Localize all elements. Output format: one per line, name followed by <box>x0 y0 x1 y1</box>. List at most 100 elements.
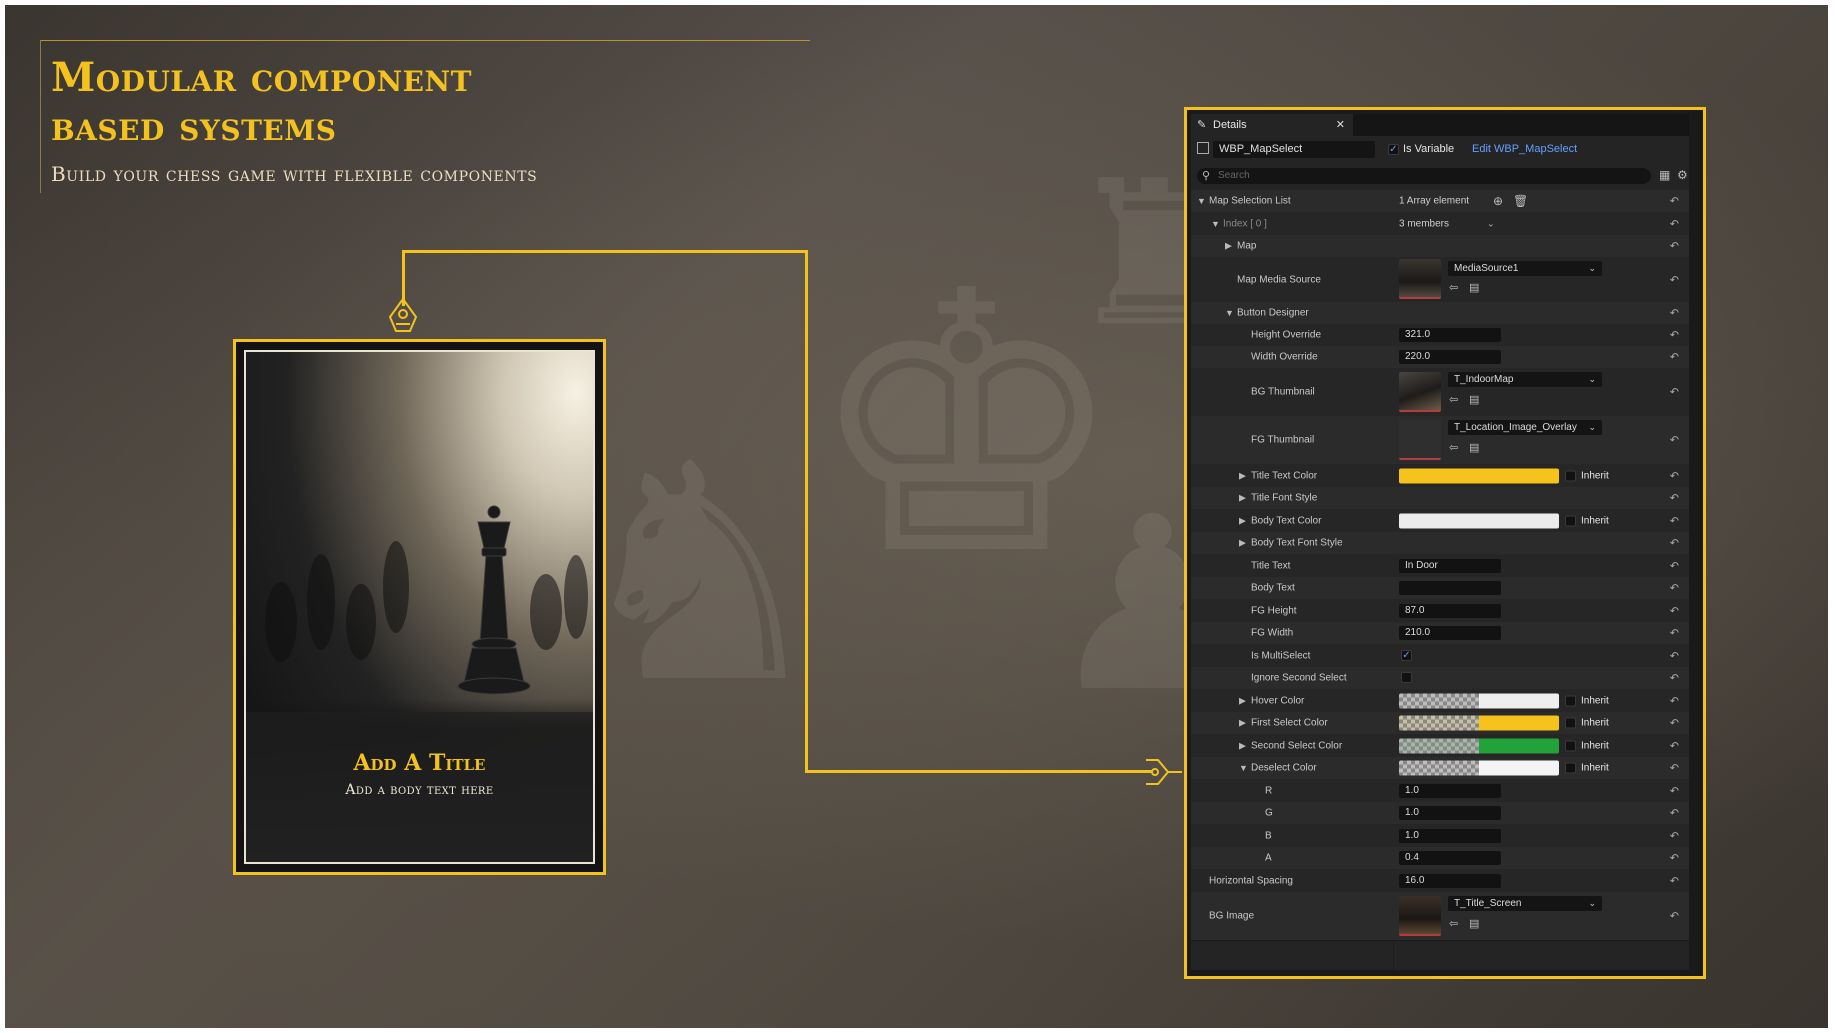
reset-icon[interactable]: ↶ <box>1670 807 1679 820</box>
expand-arrow-icon[interactable]: ▶ <box>1239 515 1246 526</box>
reset-icon[interactable]: ↶ <box>1670 434 1679 447</box>
row-title-text-color[interactable]: ▶ Title Text Color Inherit ↶ <box>1191 464 1689 488</box>
reset-icon[interactable]: ↶ <box>1670 694 1679 707</box>
second-select-color-swatch[interactable] <box>1399 738 1559 753</box>
reset-icon[interactable]: ↶ <box>1670 217 1679 230</box>
trash-icon[interactable]: 🗑 <box>1513 194 1528 208</box>
expand-arrow-icon[interactable]: ▶ <box>1239 493 1246 504</box>
reset-icon[interactable]: ↶ <box>1670 874 1679 887</box>
body-text-input[interactable] <box>1399 581 1501 595</box>
expand-arrow-icon[interactable]: ▶ <box>1239 740 1246 751</box>
reset-icon[interactable]: ↶ <box>1670 559 1679 572</box>
row-map-selection-list[interactable]: ▼ Map Selection List 1 Array element ⊕ 🗑… <box>1191 190 1689 213</box>
reset-icon[interactable]: ↶ <box>1670 762 1679 775</box>
reset-icon[interactable]: ↶ <box>1670 492 1679 505</box>
reset-icon[interactable]: ↶ <box>1670 537 1679 550</box>
expand-arrow-icon[interactable]: ▶ <box>1225 241 1232 252</box>
reset-icon[interactable]: ↶ <box>1670 672 1679 685</box>
row-map[interactable]: ▶ Map ↶ <box>1191 235 1689 258</box>
expand-arrow-icon[interactable]: ▶ <box>1239 718 1246 729</box>
folder-icon[interactable]: ▤ <box>1469 393 1479 406</box>
inherit-checkbox[interactable] <box>1565 470 1576 481</box>
chevron-down-icon[interactable]: ⌄ <box>1487 218 1495 229</box>
fg-thumbnail-preview[interactable] <box>1399 420 1441 460</box>
collapse-arrow-icon[interactable]: ▼ <box>1197 196 1206 206</box>
fg-thumbnail-dropdown[interactable]: T_Location_Image_Overlay ⌄ <box>1448 420 1602 435</box>
b-input[interactable]: 1.0 <box>1399 828 1501 843</box>
row-r[interactable]: R 1.0 ↶ <box>1191 779 1689 803</box>
inherit-checkbox[interactable] <box>1565 717 1576 729</box>
reset-icon[interactable]: ↶ <box>1670 910 1679 923</box>
a-input[interactable]: 0.4 <box>1399 851 1501 865</box>
reset-icon[interactable]: ↶ <box>1670 195 1679 208</box>
first-select-color-swatch[interactable] <box>1399 715 1559 731</box>
browse-arrow-icon[interactable]: ⇦ <box>1449 393 1458 406</box>
body-text-color-swatch[interactable] <box>1399 513 1559 528</box>
browse-arrow-icon[interactable]: ⇦ <box>1449 441 1458 454</box>
inherit-checkbox[interactable] <box>1565 740 1576 751</box>
row-button-designer[interactable]: ▼ Button Designer ↶ <box>1191 302 1689 325</box>
reset-icon[interactable]: ↶ <box>1670 469 1679 482</box>
row-fg-width[interactable]: FG Width 210.0 ↶ <box>1191 622 1689 645</box>
title-text-input[interactable]: In Door <box>1399 558 1501 573</box>
horizontal-spacing-input[interactable]: 16.0 <box>1399 873 1501 888</box>
r-input[interactable]: 1.0 <box>1399 783 1501 798</box>
row-title-text[interactable]: Title Text In Door ↶ <box>1191 554 1689 578</box>
grid-view-icon[interactable]: ▦ <box>1659 168 1670 182</box>
reset-icon[interactable]: ↶ <box>1670 739 1679 752</box>
reset-icon[interactable]: ↶ <box>1670 627 1679 640</box>
g-input[interactable]: 1.0 <box>1399 806 1501 820</box>
reset-icon[interactable]: ↶ <box>1670 604 1679 617</box>
reset-icon[interactable]: ↶ <box>1670 307 1679 320</box>
reset-icon[interactable]: ↶ <box>1670 351 1679 364</box>
row-is-multiselect[interactable]: Is MultiSelect ✓ ↶ <box>1191 644 1689 668</box>
bg-thumbnail-dropdown[interactable]: T_IndoorMap ⌄ <box>1448 372 1602 387</box>
browse-arrow-icon[interactable]: ⇦ <box>1449 281 1458 294</box>
reset-icon[interactable]: ↶ <box>1670 582 1679 595</box>
reset-icon[interactable]: ↶ <box>1670 240 1679 253</box>
reset-icon[interactable]: ↶ <box>1670 829 1679 842</box>
row-fg-height[interactable]: FG Height 87.0 ↶ <box>1191 599 1689 623</box>
row-second-select-color[interactable]: ▶ Second Select Color Inherit ↶ <box>1191 734 1689 758</box>
row-bg-image[interactable]: BG Image T_Title_Screen ⌄ ⇦ ▤ ↶ <box>1191 892 1689 941</box>
row-hover-color[interactable]: ▶ Hover Color Inherit ↶ <box>1191 689 1689 713</box>
browse-arrow-icon[interactable]: ⇦ <box>1449 917 1458 930</box>
title-text-color-swatch[interactable] <box>1399 468 1559 483</box>
add-element-icon[interactable]: ⊕ <box>1493 194 1503 208</box>
hover-color-swatch[interactable] <box>1399 693 1559 708</box>
row-height-override[interactable]: Height Override 321.0 ↶ <box>1191 324 1689 347</box>
row-index-0[interactable]: ▼ Index [ 0 ] 3 members ⌄ ↶ <box>1191 212 1689 236</box>
tab-details[interactable]: ✎ Details ✕ <box>1191 114 1353 136</box>
map-card[interactable]: Add A Title Add a body text here <box>233 339 606 875</box>
edit-widget-link[interactable]: Edit WBP_MapSelect <box>1472 143 1577 155</box>
reset-icon[interactable]: ↶ <box>1670 717 1679 730</box>
inherit-checkbox[interactable] <box>1565 762 1576 774</box>
row-body-text-font-style[interactable]: ▶ Body Text Font Style ↶ <box>1191 532 1689 555</box>
inherit-checkbox[interactable] <box>1565 695 1576 706</box>
row-title-font-style[interactable]: ▶ Title Font Style ↶ <box>1191 487 1689 510</box>
row-body-text[interactable]: Body Text ↶ <box>1191 577 1689 600</box>
reset-icon[interactable]: ↶ <box>1670 649 1679 662</box>
row-body-text-color[interactable]: ▶ Body Text Color Inherit ↶ <box>1191 509 1689 533</box>
close-icon[interactable]: ✕ <box>1336 118 1345 131</box>
row-g[interactable]: G 1.0 ↶ <box>1191 802 1689 825</box>
width-override-input[interactable]: 220.0 <box>1399 350 1501 364</box>
bg-thumbnail-preview[interactable] <box>1399 372 1441 412</box>
search-input[interactable]: ⚲ Search <box>1197 168 1651 184</box>
reset-icon[interactable]: ↶ <box>1670 329 1679 342</box>
media-thumbnail[interactable] <box>1399 259 1441 299</box>
height-override-input[interactable]: 321.0 <box>1399 328 1501 342</box>
fg-width-input[interactable]: 210.0 <box>1399 626 1501 640</box>
row-first-select-color[interactable]: ▶ First Select Color Inherit ↶ <box>1191 712 1689 735</box>
expand-arrow-icon[interactable]: ▶ <box>1239 695 1246 706</box>
expand-arrow-icon[interactable]: ▶ <box>1239 538 1246 549</box>
is-variable-checkbox[interactable]: ✓ <box>1388 144 1399 155</box>
row-fg-thumbnail[interactable]: FG Thumbnail T_Location_Image_Overlay ⌄ ⇦… <box>1191 416 1689 465</box>
widget-name-field[interactable]: WBP_MapSelect <box>1213 141 1375 158</box>
row-ignore-second-select[interactable]: Ignore Second Select ↶ <box>1191 667 1689 690</box>
deselect-color-swatch[interactable] <box>1399 760 1559 776</box>
reset-icon[interactable]: ↶ <box>1670 273 1679 286</box>
folder-icon[interactable]: ▤ <box>1469 917 1479 930</box>
is-multiselect-checkbox[interactable]: ✓ <box>1401 650 1412 661</box>
bg-image-dropdown[interactable]: T_Title_Screen ⌄ <box>1448 896 1602 911</box>
